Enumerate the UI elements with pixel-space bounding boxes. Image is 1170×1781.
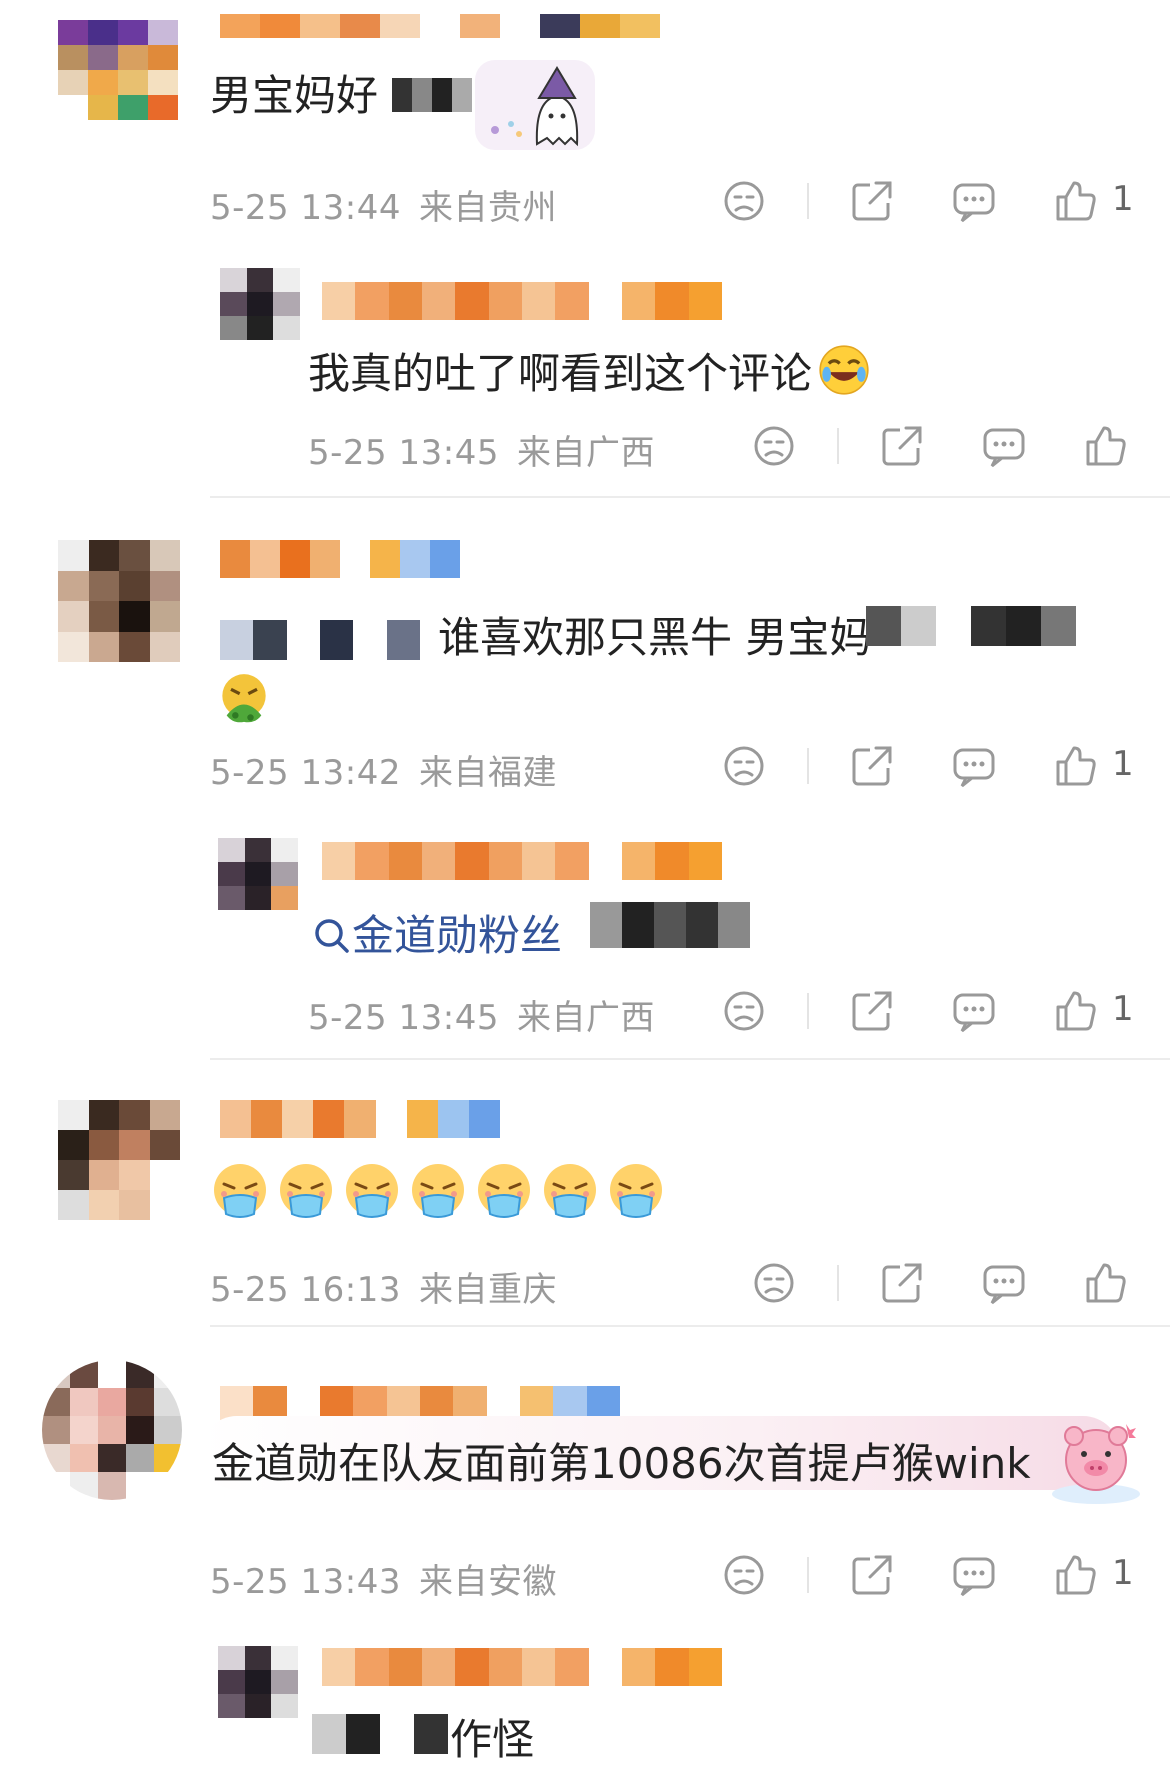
- censored-text: [392, 78, 472, 112]
- comment-meta: 5-25 13:43 来自安徽: [210, 1554, 557, 1603]
- avatar[interactable]: [218, 838, 298, 910]
- comment-location: 来自福建: [418, 753, 557, 793]
- comment-time: 5-25 16:13: [210, 1270, 401, 1310]
- reply-icon[interactable]: [950, 177, 998, 225]
- share-icon[interactable]: [848, 742, 896, 790]
- reply-icon[interactable]: [950, 1551, 998, 1599]
- share-icon[interactable]: [848, 987, 896, 1035]
- comment-meta: 5-25 13:44 来自贵州: [210, 180, 557, 229]
- vomiting-face-emoji: [218, 672, 270, 728]
- action-bar: 1: [720, 742, 1140, 790]
- username[interactable]: [322, 282, 722, 320]
- divider: [807, 183, 809, 219]
- dislike-icon[interactable]: [750, 422, 798, 470]
- dislike-icon[interactable]: [720, 177, 768, 225]
- share-icon[interactable]: [848, 177, 896, 225]
- comment-location: 来自广西: [516, 433, 655, 473]
- dislike-icon[interactable]: [720, 1551, 768, 1599]
- reply-icon[interactable]: [980, 422, 1028, 470]
- username[interactable]: [322, 1648, 722, 1686]
- reply-icon[interactable]: [950, 742, 998, 790]
- action-bar: 1: [720, 987, 1140, 1035]
- action-bar: [750, 1259, 1140, 1307]
- avatar[interactable]: [220, 268, 300, 340]
- comment-text: 男宝妈好: [210, 71, 379, 120]
- comment-meta: 5-25 13:42 来自福建: [210, 745, 557, 794]
- action-bar: [750, 422, 1140, 470]
- dislike-icon[interactable]: [720, 742, 768, 790]
- reply-icon[interactable]: [980, 1259, 1028, 1307]
- comment-time: 5-25 13:45: [308, 998, 499, 1038]
- censored-text: [220, 620, 420, 660]
- comment-meta: 5-25 13:45 来自广西: [308, 990, 655, 1039]
- like-icon[interactable]: [1052, 742, 1100, 790]
- dislike-icon[interactable]: [750, 1259, 798, 1307]
- comment-meta: 5-25 16:13 来自重庆: [210, 1262, 557, 1311]
- comment-text: 金道勋粉丝: [312, 902, 562, 963]
- comment-time: 5-25 13:43: [210, 1562, 401, 1602]
- censored-text: [866, 606, 1076, 646]
- search-link-label: 金道勋粉丝: [352, 911, 563, 960]
- like-icon[interactable]: [1052, 987, 1100, 1035]
- username[interactable]: [220, 14, 660, 38]
- username[interactable]: [220, 540, 460, 578]
- like-count: 1: [1112, 179, 1134, 219]
- action-bar: 1: [720, 177, 1140, 225]
- comment-meta: 5-25 13:45 来自广西: [308, 425, 655, 474]
- censored-text: [590, 902, 750, 948]
- like-icon[interactable]: [1082, 1259, 1130, 1307]
- comment-text: 我真的吐了啊看到这个评论: [308, 340, 870, 406]
- share-icon[interactable]: [878, 1259, 926, 1307]
- like-icon[interactable]: [1052, 177, 1100, 225]
- username[interactable]: [220, 1386, 620, 1420]
- like-count: 1: [1112, 989, 1134, 1029]
- comment-divider: [210, 1325, 1170, 1327]
- dislike-icon[interactable]: [720, 987, 768, 1035]
- share-icon[interactable]: [848, 1551, 896, 1599]
- comment-text-body: 我真的吐了啊看到这个评论: [308, 349, 813, 398]
- comment-location: 来自重庆: [418, 1270, 557, 1310]
- avatar[interactable]: [58, 1100, 180, 1220]
- action-bar: 1: [720, 1551, 1140, 1599]
- comment-location: 来自广西: [516, 998, 655, 1038]
- ghost-sticker-icon: [475, 60, 595, 150]
- avatar[interactable]: [42, 1360, 182, 1500]
- like-icon[interactable]: [1052, 1551, 1100, 1599]
- comment-location: 来自贵州: [418, 188, 557, 228]
- divider: [807, 748, 809, 784]
- avatar[interactable]: [58, 20, 178, 120]
- username[interactable]: [220, 1100, 500, 1138]
- share-icon[interactable]: [878, 422, 926, 470]
- avatar[interactable]: [58, 540, 180, 662]
- like-count: 1: [1112, 1553, 1134, 1593]
- comment-divider: [210, 496, 1170, 498]
- comment-time: 5-25 13:42: [210, 753, 401, 793]
- divider: [807, 993, 809, 1029]
- censored-text: [312, 1714, 448, 1754]
- pig-sticker-icon: [1046, 1414, 1146, 1510]
- comment-time: 5-25 13:44: [210, 188, 401, 228]
- username[interactable]: [322, 842, 722, 880]
- divider: [807, 1557, 809, 1593]
- comment-location: 来自安徽: [418, 1562, 557, 1602]
- search-icon: [315, 919, 349, 953]
- comment-time: 5-25 13:45: [308, 433, 499, 473]
- comment-text: 金道勋在队友面前第10086次首提卢猴wink: [212, 1439, 1031, 1488]
- comment-divider: [210, 1058, 1170, 1060]
- divider: [837, 428, 839, 464]
- avatar[interactable]: [218, 1646, 298, 1718]
- divider: [837, 1265, 839, 1301]
- laughing-tears-emoji: [818, 344, 870, 406]
- emoji-row: [212, 1162, 684, 1220]
- like-icon[interactable]: [1082, 422, 1130, 470]
- comment-text: 作怪: [450, 1715, 535, 1764]
- search-link[interactable]: 金道勋粉丝: [312, 911, 562, 960]
- comment-text: 谁喜欢那只黑牛 男宝妈: [438, 613, 872, 662]
- reply-icon[interactable]: [950, 987, 998, 1035]
- like-count: 1: [1112, 744, 1134, 784]
